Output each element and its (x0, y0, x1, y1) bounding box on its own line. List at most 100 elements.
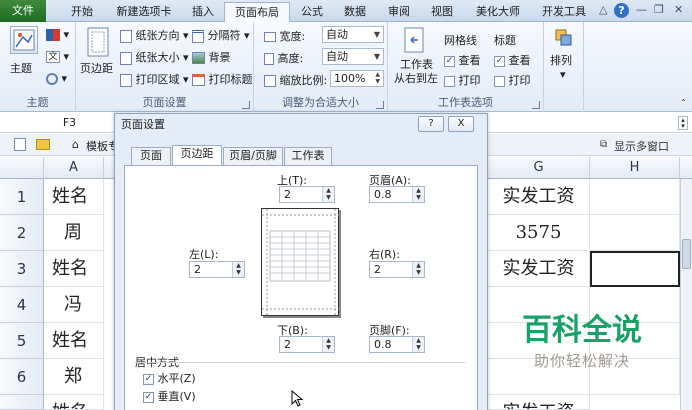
cell-a2[interactable]: 周 (44, 215, 104, 251)
tab-home[interactable]: 开始 (62, 2, 102, 22)
sheet-options-launcher-icon[interactable] (532, 101, 540, 109)
tab-file[interactable]: 文件 (0, 0, 46, 22)
row-header[interactable]: 3 (0, 251, 44, 287)
multi-window-button[interactable]: 显示多窗口 (614, 138, 669, 154)
height-select[interactable]: 自动 ▼ (322, 48, 384, 65)
row-header[interactable]: 6 (0, 359, 44, 395)
dialog-close-button[interactable]: X (448, 116, 474, 132)
cell-a3[interactable]: 姓名 (44, 251, 104, 287)
help-icon[interactable]: ? (614, 3, 629, 18)
ribbon-collapse-icon[interactable]: △ (599, 3, 607, 16)
print-titles-icon (192, 74, 205, 86)
restore-icon[interactable]: ❐ (654, 3, 664, 16)
tab-developer[interactable]: 开发工具 (534, 2, 594, 22)
headings-print-checkbox[interactable]: 打印 (494, 72, 531, 88)
tab-view[interactable]: 视图 (422, 2, 462, 22)
multi-window-icon[interactable]: ⧉ (600, 139, 607, 150)
cell-a4[interactable]: 冯 (44, 287, 104, 323)
row-header[interactable]: 5 (0, 323, 44, 359)
spinner-icon[interactable]: ▲ ▼ (412, 337, 424, 352)
gridlines-view-checkbox[interactable]: ✓ 查看 (444, 52, 481, 68)
scale-launcher-icon[interactable] (376, 101, 384, 109)
footer-margin-input[interactable]: 0.8 ▲ ▼ (369, 336, 425, 353)
gridlines-print-checkbox[interactable]: 打印 (444, 72, 481, 88)
tab-page-layout[interactable]: 页面布局 (224, 2, 290, 23)
spinner-icon[interactable]: ▲ ▼ (232, 262, 244, 277)
column-header-h[interactable]: H (590, 157, 680, 179)
center-vertical-checkbox[interactable]: ✓ 垂直(V) (143, 388, 196, 404)
formula-scroll-icon[interactable]: ▴ ▾ (678, 116, 688, 130)
background-button[interactable]: 背景 (192, 49, 231, 65)
arrange-dropdown-icon[interactable]: ▾ (560, 68, 566, 81)
row-header[interactable]: 2 (0, 215, 44, 251)
orientation-button[interactable]: 纸张方向 ▾ (120, 27, 189, 43)
dialog-tab-header-footer[interactable]: 页眉/页脚 (223, 147, 283, 165)
tab-data[interactable]: 数据 (336, 2, 374, 22)
theme-colors-icon[interactable]: ▾ (46, 28, 69, 41)
folder-icon[interactable] (36, 139, 50, 150)
print-titles-button[interactable]: 打印标题 (192, 71, 253, 87)
center-horizontal-checkbox[interactable]: ✓ 水平(Z) (143, 370, 196, 386)
headings-view-checkbox[interactable]: ✓ 查看 (494, 52, 531, 68)
bottom-margin-input[interactable]: 2 ▲ ▼ (279, 336, 335, 353)
header-margin-input[interactable]: 0.8 ▲ ▼ (369, 186, 425, 203)
cell-h2[interactable] (590, 215, 680, 251)
arrange-button[interactable]: 排列 (550, 52, 572, 68)
tab-insert[interactable]: 插入 (184, 2, 222, 22)
size-button[interactable]: 纸张大小 ▾ (120, 49, 189, 65)
spinner-icon[interactable]: ▲ ▼ (322, 187, 334, 202)
right-margin-input[interactable]: 2 ▲ ▼ (369, 261, 425, 278)
cell-a5[interactable]: 姓名 (44, 323, 104, 359)
tab-review[interactable]: 审阅 (380, 2, 418, 22)
row-header[interactable]: 1 (0, 179, 44, 215)
spinner-icon[interactable]: ▲ ▼ (322, 337, 334, 352)
column-header-a[interactable]: A (44, 157, 104, 179)
select-all-corner[interactable] (0, 157, 44, 179)
width-select[interactable]: 自动 ▼ (322, 26, 384, 43)
top-margin-input[interactable]: 2 ▲ ▼ (279, 186, 335, 203)
close-icon[interactable]: ✕ (674, 3, 683, 16)
cell-h1[interactable] (590, 179, 680, 215)
theme-effects-icon[interactable]: ▾ (46, 72, 67, 85)
dialog-tab-page[interactable]: 页面 (131, 147, 171, 165)
cell-g3[interactable]: 实发工资 (488, 251, 590, 287)
cell-h3-selected[interactable] (590, 251, 680, 287)
cell-g7[interactable]: 实发工资 (488, 395, 590, 410)
tab-new[interactable]: 新建选项卡 (108, 2, 180, 22)
dialog-help-button[interactable]: ? (418, 116, 444, 132)
scrollbar-thumb[interactable] (682, 239, 691, 269)
left-margin-input[interactable]: 2 ▲ ▼ (189, 261, 245, 278)
margins-button[interactable]: 页边距 (80, 60, 113, 76)
ribbon-collapse-chevron-icon[interactable]: ⌃ (680, 98, 687, 107)
breaks-button[interactable]: 分隔符 ▾ (192, 27, 250, 43)
column-header-g[interactable]: G (488, 157, 590, 179)
theme-gallery-icon[interactable] (10, 26, 38, 54)
scale-input[interactable]: 100% ▲ ▼ (330, 70, 384, 87)
row-header[interactable] (0, 395, 44, 410)
scrollbar-track[interactable] (680, 179, 692, 410)
sheet-rtl-line2[interactable]: 从右到左 (394, 70, 438, 86)
margins-icon[interactable] (84, 26, 114, 58)
tab-formulas[interactable]: 公式 (293, 2, 331, 22)
tab-beautify[interactable]: 美化大师 (466, 2, 530, 22)
cell-a1[interactable]: 姓名 (44, 179, 104, 215)
cell-g2[interactable]: 3575 (488, 215, 590, 251)
spinner-icon[interactable]: ▲ ▼ (412, 262, 424, 277)
dialog-tab-margins[interactable]: 页边距 (172, 145, 222, 166)
vertical-scrollbar[interactable] (680, 157, 692, 179)
cell-a6[interactable]: 郑 (44, 359, 104, 395)
new-doc-icon[interactable] (14, 138, 26, 151)
page-setup-launcher-icon[interactable] (242, 101, 250, 109)
template-icon[interactable]: ⌂ (72, 138, 79, 151)
row-header[interactable]: 4 (0, 287, 44, 323)
themes-button[interactable]: 主题 (10, 60, 32, 76)
print-area-button[interactable]: 打印区域 ▾ (120, 71, 189, 87)
spinner-icon[interactable]: ▲ ▼ (412, 187, 424, 202)
cell-a7[interactable]: 姓名 (44, 395, 104, 410)
arrange-icon[interactable] (554, 28, 574, 51)
theme-fonts-icon[interactable]: 文 ▾ (46, 50, 69, 63)
dialog-tab-sheet[interactable]: 工作表 (284, 147, 332, 165)
cell-g1[interactable]: 实发工资 (488, 179, 590, 215)
minimize-icon[interactable]: — (636, 3, 647, 16)
sheet-rtl-icon[interactable] (402, 26, 428, 54)
